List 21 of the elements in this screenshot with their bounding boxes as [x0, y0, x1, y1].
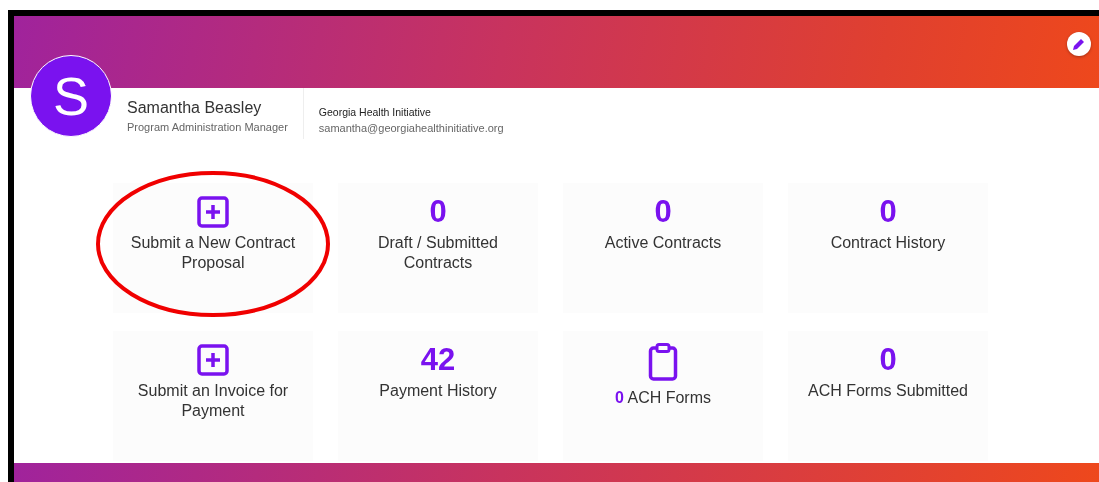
tile-label[interactable]: Payment History [379, 381, 497, 401]
tile-label[interactable]: Active Contracts [604, 233, 722, 253]
count-value: 0 [879, 343, 897, 377]
tile-label[interactable]: Contract History [830, 233, 946, 253]
user-name: Samantha Beasley [127, 99, 263, 117]
user-email: samantha@georgiahealthinitiative.org [318, 122, 504, 134]
plus-square-icon [196, 195, 230, 229]
count-value: 0 [879, 195, 897, 229]
tile-label[interactable]: 0 ACH Forms [615, 389, 711, 407]
tile-label[interactable]: Draft / Submitted Contracts [345, 233, 531, 273]
tile-label[interactable]: Submit an Invoice for Payment [120, 381, 306, 421]
pencil-icon [1072, 37, 1086, 51]
count-value: 0 [429, 195, 447, 229]
plus-square-icon [196, 343, 230, 377]
organization-name: Georgia Health Initiative [318, 106, 432, 118]
user-role: Program Administration Manager [127, 121, 288, 133]
count-value: 0 [654, 195, 672, 229]
count-value: 42 [420, 343, 456, 377]
edit-button[interactable] [1067, 32, 1091, 56]
clipboard-icon [648, 343, 678, 381]
tile-label[interactable]: ACH Forms Submitted [807, 381, 968, 401]
